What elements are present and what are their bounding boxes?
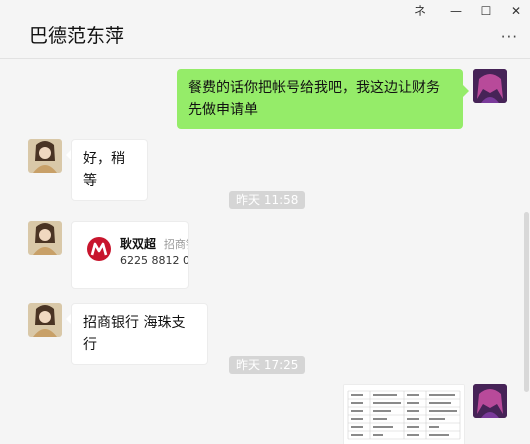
card-holder-name: 耿双超 <box>120 237 157 251</box>
pin-button[interactable]: ネ <box>411 4 429 18</box>
image-message[interactable] <box>343 384 465 444</box>
bubble-tail <box>463 85 469 97</box>
timestamp: 昨天 17:25 <box>229 356 306 374</box>
chat-scrollbar[interactable] <box>524 212 529 392</box>
card-bank-name: 招商银行 <box>163 238 188 251</box>
avatar-contact-image <box>28 139 62 173</box>
maximize-button[interactable]: ☐ <box>477 4 495 18</box>
avatar-contact[interactable] <box>28 221 62 255</box>
message-bubble-self[interactable]: 餐费的话你把帐号给我吧，我这边让财务先做申请单 <box>177 69 463 129</box>
card-number: 6225 8812 0188 <box>120 254 188 267</box>
avatar-contact-image <box>28 303 62 337</box>
avatar-contact[interactable] <box>28 303 62 337</box>
bank-logo-icon <box>87 237 111 261</box>
avatar-contact[interactable] <box>28 139 62 173</box>
message-bubble-contact[interactable]: 招商银行 海珠支行 <box>71 303 208 365</box>
form-thumbnail-image <box>344 385 464 444</box>
avatar-contact-image <box>28 221 62 255</box>
minimize-button[interactable]: — <box>447 4 465 18</box>
bank-card-message[interactable]: 耿双超 招商银行 6225 8812 0188 <box>71 221 189 289</box>
avatar-self[interactable] <box>473 69 507 103</box>
timestamp: 昨天 11:58 <box>229 191 306 209</box>
avatar-self[interactable] <box>473 384 507 418</box>
chat-header: 巴德范东萍 ネ — ☐ ✕ ··· <box>0 0 530 59</box>
message-bubble-contact[interactable]: 好，稍等 <box>71 139 148 201</box>
card-holder-row: 耿双超 招商银行 <box>120 235 188 252</box>
chat-title: 巴德范东萍 <box>29 25 125 47</box>
avatar-self-image <box>473 69 507 103</box>
avatar-self-image <box>473 384 507 418</box>
more-options-button[interactable]: ··· <box>501 28 518 46</box>
close-button[interactable]: ✕ <box>507 4 525 18</box>
chat-area: 餐费的话你把帐号给我吧，我这边让财务先做申请单 好，稍等 昨天 11:58 耿双… <box>0 59 530 444</box>
